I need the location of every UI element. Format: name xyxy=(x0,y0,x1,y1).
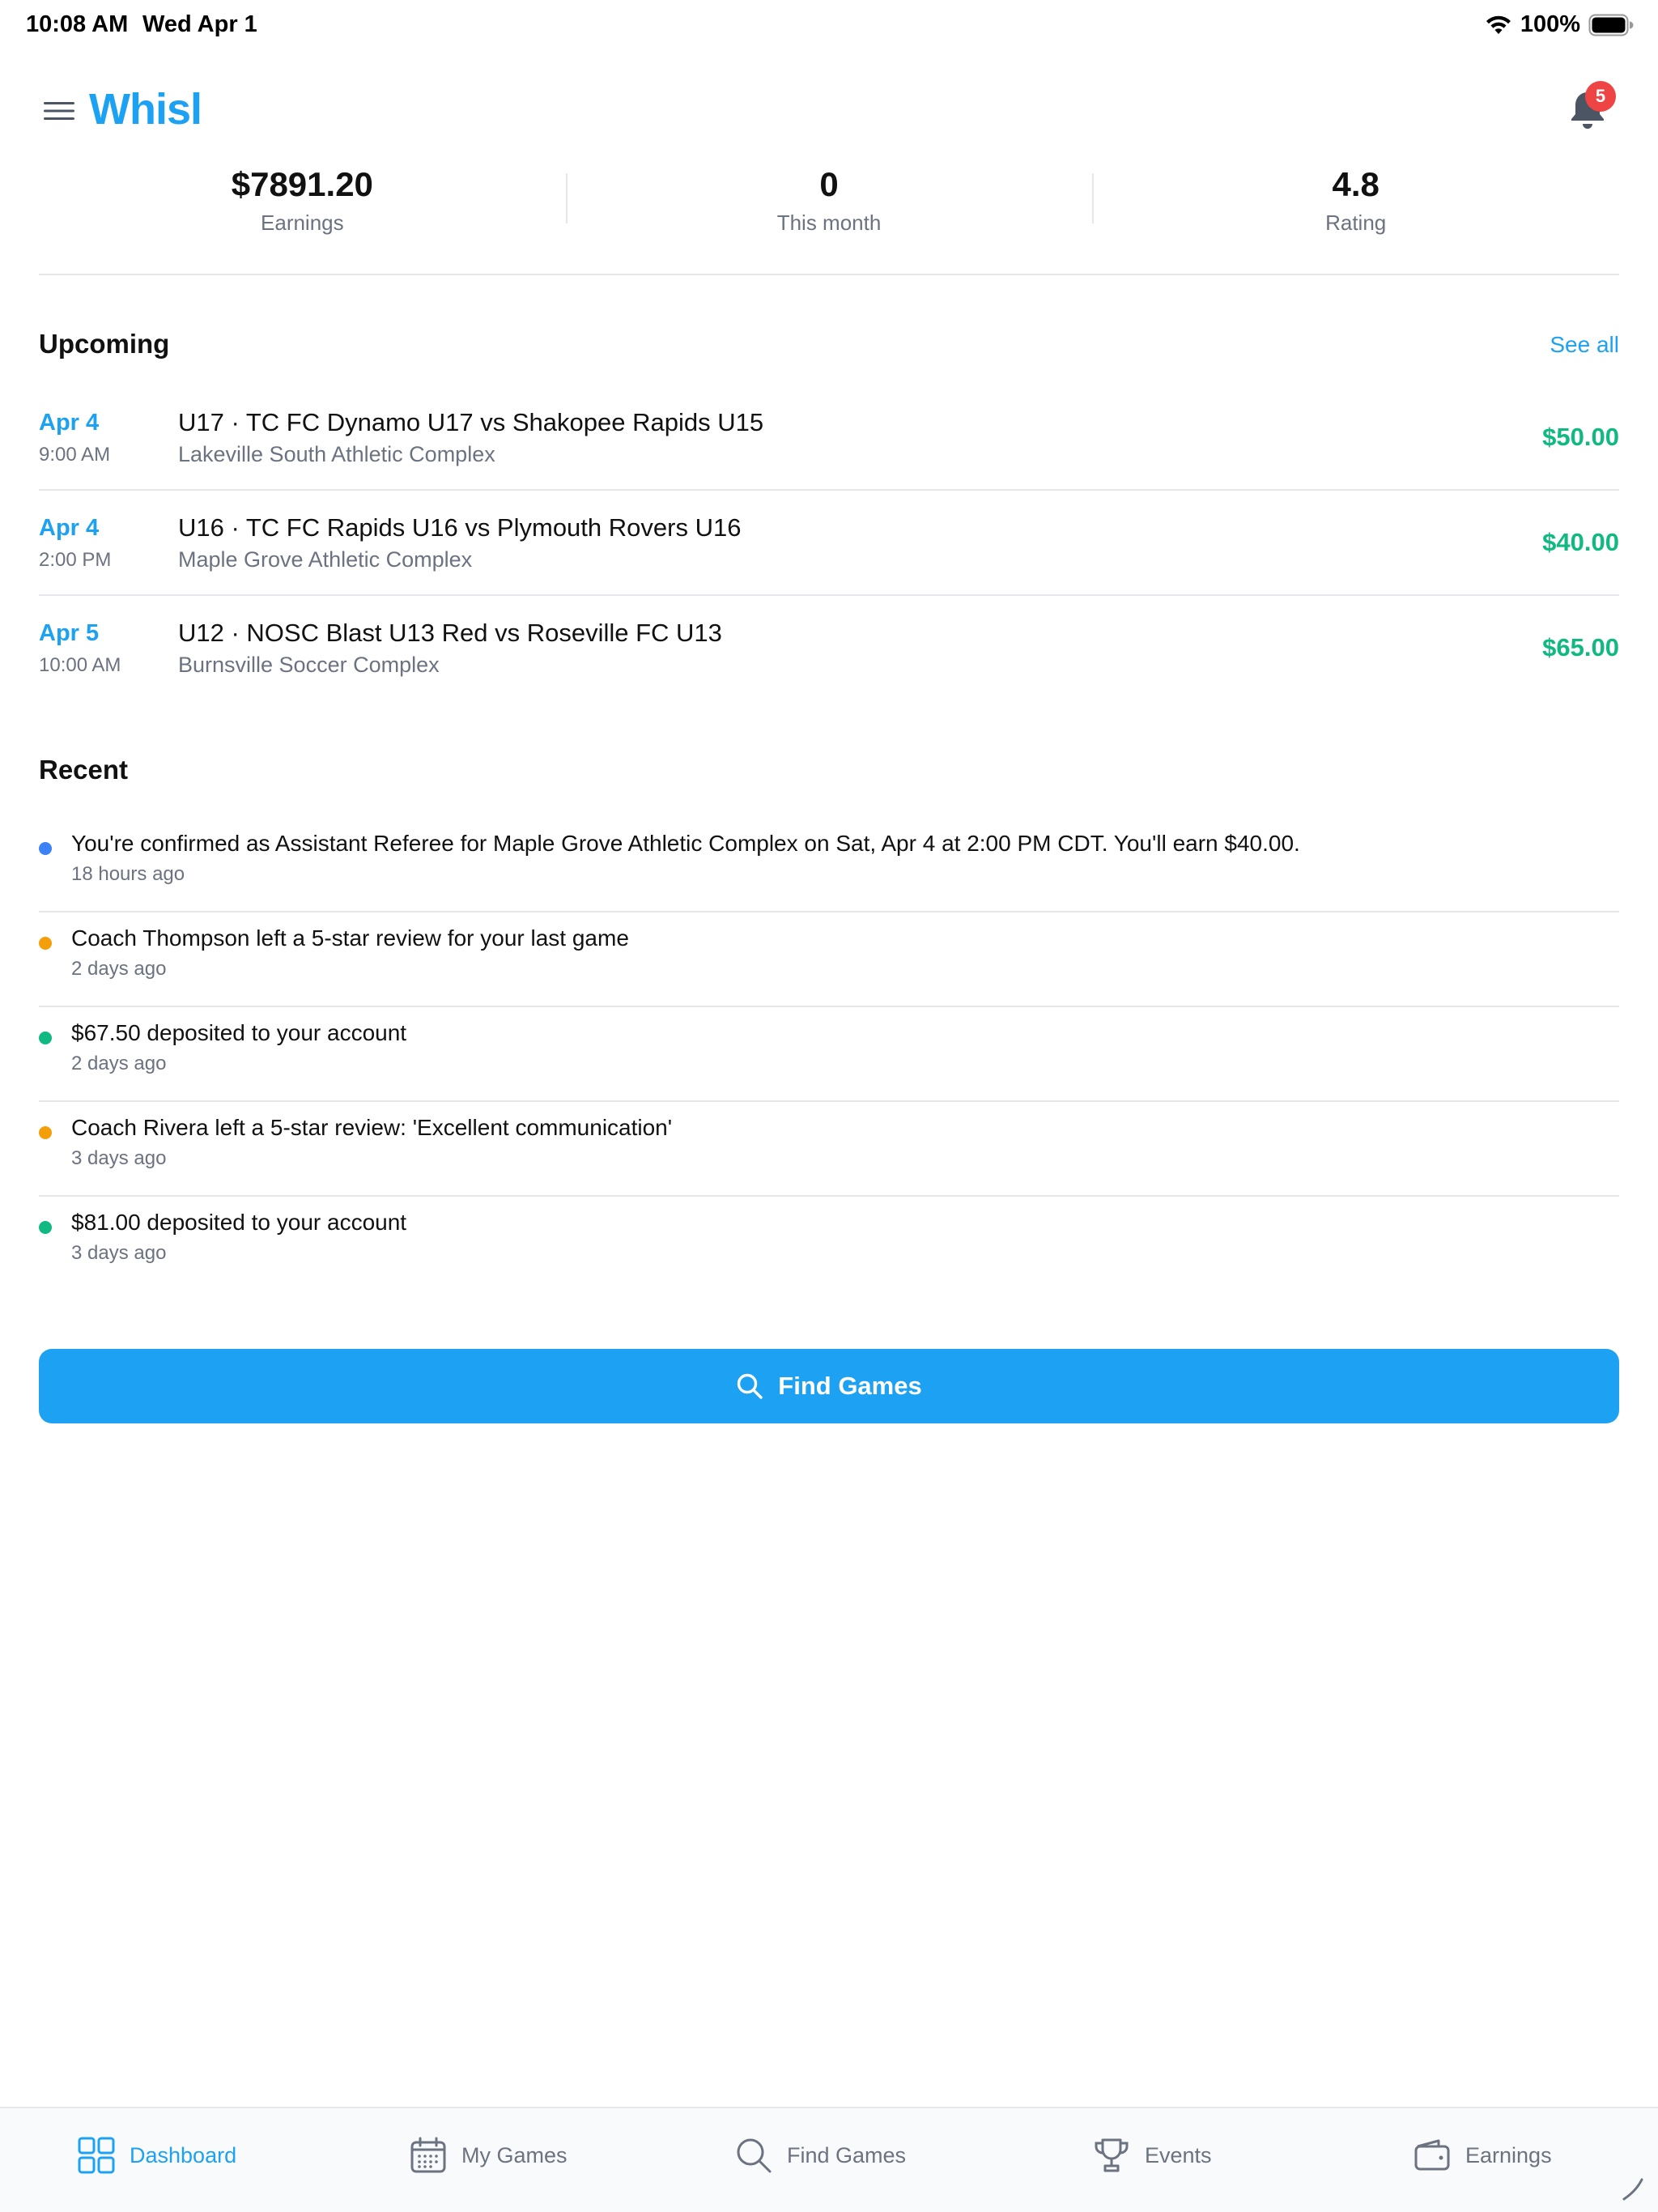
game-time: 10:00 AM xyxy=(39,654,121,676)
battery-icon xyxy=(1588,14,1634,36)
stats-summary: $7891.20 Earnings 0 This month 4.8 Ratin… xyxy=(39,159,1619,275)
search-icon xyxy=(738,1373,763,1399)
game-date: Apr 4 xyxy=(39,515,100,541)
wallet-icon xyxy=(1414,2139,1450,2171)
stat-rating: 4.8 Rating xyxy=(1092,159,1619,274)
stat-label: Rating xyxy=(1325,211,1387,235)
resize-handle-icon xyxy=(1622,2178,1643,2201)
tab-my-games[interactable]: My Games xyxy=(410,2133,568,2178)
find-games-button[interactable]: Find Games xyxy=(39,1349,1619,1423)
game-title: U17 · TC FC Dynamo U17 vs Shakopee Rapid… xyxy=(178,408,764,436)
stat-this-month: 0 This month xyxy=(565,159,1093,274)
stat-label: This month xyxy=(776,211,882,235)
hamburger-menu-icon[interactable] xyxy=(42,97,76,125)
activity-item: You're confirmed as Assistant Referee fo… xyxy=(39,818,1619,912)
tab-label: Find Games xyxy=(787,2142,907,2167)
activity-text: You're confirmed as Assistant Referee fo… xyxy=(71,831,1300,856)
stat-value: $7891.20 xyxy=(231,165,373,203)
activity-time: 3 days ago xyxy=(71,1242,167,1264)
activity-time: 2 days ago xyxy=(71,958,167,980)
dashboard-page: 10:08 AM Wed Apr 1 100% Whisl 5 $7891.20… xyxy=(0,0,1658,2212)
bottom-tab-bar: Dashboard My Games Find Games Events Ear… xyxy=(0,2107,1658,2212)
app-header: Whisl xyxy=(0,78,1658,146)
stat-label: Earnings xyxy=(261,211,344,235)
stat-value: 4.8 xyxy=(1332,165,1380,203)
upcoming-game-row[interactable]: Apr 5 10:00 AM U12 · NOSC Blast U13 Red … xyxy=(39,596,1619,701)
tab-label: My Games xyxy=(461,2142,568,2167)
upcoming-game-row[interactable]: Apr 4 2:00 PM U16 · TC FC Rapids U16 vs … xyxy=(39,491,1619,596)
activity-item: Coach Rivera left a 5-star review: 'Exce… xyxy=(39,1102,1619,1197)
app-logo[interactable]: Whisl xyxy=(89,84,202,134)
activity-status-dot xyxy=(39,1032,52,1044)
see-all-link[interactable]: See all xyxy=(1550,332,1619,358)
activity-item: $81.00 deposited to your account 3 days … xyxy=(39,1197,1619,1291)
tab-label: Events xyxy=(1145,2142,1212,2167)
find-games-label: Find Games xyxy=(778,1372,922,1400)
activity-text: Coach Rivera left a 5-star review: 'Exce… xyxy=(71,1115,673,1140)
game-venue: Lakeville South Athletic Complex xyxy=(178,442,495,466)
game-pay: $50.00 xyxy=(1542,423,1619,451)
status-date: Wed Apr 1 xyxy=(142,11,257,37)
upcoming-heading: Upcoming xyxy=(39,329,170,359)
status-time: 10:08 AM xyxy=(26,11,129,37)
game-date: Apr 4 xyxy=(39,410,100,436)
game-venue: Burnsville Soccer Complex xyxy=(178,653,440,677)
game-date: Apr 5 xyxy=(39,620,100,646)
game-pay: $40.00 xyxy=(1542,528,1619,556)
activity-text: Coach Thompson left a 5-star review for … xyxy=(71,925,629,951)
tab-label: Dashboard xyxy=(130,2142,237,2167)
activity-text: $67.50 deposited to your account xyxy=(71,1020,407,1045)
calendar-icon xyxy=(410,2137,446,2173)
stat-value: 0 xyxy=(819,165,839,203)
activity-time: 3 days ago xyxy=(71,1147,167,1169)
activity-text: $81.00 deposited to your account xyxy=(71,1210,407,1235)
tab-find-games[interactable]: Find Games xyxy=(735,2133,906,2178)
game-time: 9:00 AM xyxy=(39,444,111,466)
tab-dashboard[interactable]: Dashboard xyxy=(78,2133,236,2178)
activity-time: 2 days ago xyxy=(71,1053,167,1074)
activity-item: Coach Thompson left a 5-star review for … xyxy=(39,912,1619,1007)
grid-icon xyxy=(78,2137,115,2174)
tab-label: Earnings xyxy=(1465,2142,1552,2167)
status-indicators: 100% xyxy=(1485,11,1634,38)
activity-status-dot xyxy=(39,842,52,855)
game-title: U16 · TC FC Rapids U16 vs Plymouth Rover… xyxy=(178,513,742,542)
battery-percent: 100% xyxy=(1520,11,1580,37)
activity-status-dot xyxy=(39,1221,52,1234)
search-icon xyxy=(737,2138,772,2173)
game-venue: Maple Grove Athletic Complex xyxy=(178,547,473,572)
trophy-icon xyxy=(1095,2138,1129,2172)
activity-status-dot xyxy=(39,937,52,950)
recent-heading: Recent xyxy=(39,755,129,785)
tab-earnings[interactable]: Earnings xyxy=(1414,2133,1552,2178)
game-time: 2:00 PM xyxy=(39,549,112,571)
tab-events[interactable]: Events xyxy=(1093,2133,1212,2178)
activity-time: 18 hours ago xyxy=(71,863,185,885)
game-pay: $65.00 xyxy=(1542,633,1619,661)
game-title: U12 · NOSC Blast U13 Red vs Roseville FC… xyxy=(178,619,722,647)
activity-item: $67.50 deposited to your account 2 days … xyxy=(39,1007,1619,1102)
activity-status-dot xyxy=(39,1126,52,1139)
recent-activity-list: You're confirmed as Assistant Referee fo… xyxy=(39,818,1619,1291)
upcoming-game-row[interactable]: Apr 4 9:00 AM U17 · TC FC Dynamo U17 vs … xyxy=(39,385,1619,491)
stat-earnings: $7891.20 Earnings xyxy=(39,159,566,274)
wifi-icon xyxy=(1486,15,1511,34)
status-bar: 10:08 AM Wed Apr 1 100% xyxy=(0,0,1658,52)
notification-count-badge: 5 xyxy=(1585,81,1616,112)
upcoming-games-list: Apr 4 9:00 AM U17 · TC FC Dynamo U17 vs … xyxy=(39,385,1619,701)
